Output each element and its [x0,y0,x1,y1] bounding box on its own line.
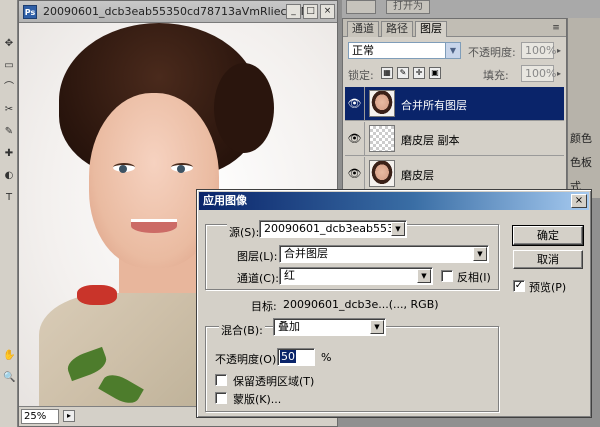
panel-dock-top: 打开为 [342,0,600,18]
mask-label: 蒙版(K)... [233,393,282,406]
cancel-button[interactable]: 取消 [513,250,583,269]
photoshop-icon: Ps [23,5,37,19]
invert-checkbox[interactable] [441,270,453,282]
marquee-tool-icon[interactable]: ▭ [3,60,15,72]
hand-tool-icon[interactable]: ✋ [3,350,15,362]
dock-button[interactable] [346,0,376,14]
source-select[interactable]: 20090601_dcb3eab553... ▼ [259,220,407,238]
layer-value: 合并图层 [284,247,328,260]
blending-select[interactable]: 叠加 ▼ [273,318,386,336]
channel-select[interactable]: 红 ▼ [279,267,433,285]
chevron-down-icon: ▼ [391,222,405,236]
layer-thumbnail [369,90,395,117]
chevron-down-icon: ▼ [370,320,384,334]
opacity-input[interactable]: 50 [277,348,315,366]
apply-image-dialog: 应用图像 × 源(S): 20090601_dcb3eab553... ▼ 图层… [196,189,592,418]
close-document-button[interactable]: × [320,4,335,19]
ok-button[interactable]: 确定 [512,225,584,246]
lock-label: 锁定: [348,69,374,82]
document-title-bar[interactable]: Ps 20090601_dcb3eab55350cd78713aVmRliecv… [19,1,337,23]
opacity-arrow-icon[interactable]: ▸ [554,42,564,59]
chevron-down-icon: ▼ [417,269,431,283]
panel-tab-bar: 通道 路径 图层 ≡ [343,19,566,37]
portrait-eye-left [113,163,135,173]
layer-name: 磨皮层 副本 [401,134,460,147]
zoom-tool-icon[interactable]: 🔍 [3,372,15,384]
layer-label: 图层(L): [237,250,278,263]
lock-position-icon[interactable]: ✛ [413,67,425,79]
preview-checkbox[interactable]: ✓ [513,280,525,292]
document-title: 20090601_dcb3eab55350cd78713aVmRliecvXMG [43,5,319,18]
opacity-input-value: 50 [280,350,296,363]
source-value: 20090601_dcb3eab553... [264,222,405,235]
portrait-mouth [131,219,177,233]
invert-label: 反相(I) [457,271,491,284]
lock-all-icon[interactable]: ▣ [429,67,441,79]
peek-color-tab[interactable]: 颜色 [570,130,592,146]
source-label: 源(S): [227,224,262,240]
visibility-eye-icon[interactable]: 👁 [345,87,365,121]
tools-panel: ✥ ▭ ⌒ ✂ ✎ ✚ ◐ T ✋ 🔍 [0,0,18,427]
dodge-tool-icon[interactable]: ◐ [3,170,15,182]
move-tool-icon[interactable]: ✥ [3,38,15,50]
layer-select[interactable]: 合并图层 ▼ [279,245,489,263]
minimize-button[interactable]: _ [286,4,301,19]
chevron-down-icon: ▼ [473,247,487,261]
layer-thumbnail [369,125,395,152]
heal-tool-icon[interactable]: ✚ [3,148,15,160]
collapsed-panels: 颜色 色板 式 [567,18,600,198]
dialog-title-bar[interactable]: 应用图像 × [199,192,589,210]
portrait-hair-bun [214,63,274,153]
crop-tool-icon[interactable]: ✂ [3,104,15,116]
chevron-down-icon: ▼ [445,43,460,58]
tab-channels[interactable]: 通道 [347,21,379,37]
layer-name: 磨皮层 [401,169,434,182]
preserve-transparency-label: 保留透明区域(T) [233,375,315,388]
opacity-unit: % [321,351,332,364]
lock-transparency-icon[interactable]: ▦ [381,67,393,79]
visibility-eye-icon[interactable]: 👁 [345,122,365,156]
dialog-title: 应用图像 [203,194,247,207]
opacity-label: 不透明度: [468,46,516,59]
portrait-collar [77,285,117,305]
opacity-field[interactable]: 100% [521,42,556,59]
fill-label: 填充: [483,69,509,82]
panel-menu-icon[interactable]: ≡ [549,22,563,34]
target-label: 目标: [251,300,277,313]
preview-label: 预览(P) [529,281,567,294]
blending-value: 叠加 [278,320,300,333]
layer-row[interactable]: 👁 合并所有图层 [345,87,564,121]
opacity-label: 不透明度(O): [215,353,280,366]
preserve-transparency-checkbox[interactable] [215,374,227,386]
maximize-button[interactable]: □ [303,4,318,19]
fill-arrow-icon[interactable]: ▸ [554,65,564,82]
layer-row[interactable]: 👁 磨皮层 副本 [345,122,564,156]
fill-field[interactable]: 100% [521,65,556,82]
status-info-icon[interactable]: ▸ [63,410,75,422]
mask-checkbox[interactable] [215,392,227,404]
blend-mode-value: 正常 [352,44,374,57]
target-value: 20090601_dcb3e...(..., RGB) [283,298,439,311]
layers-panel: 通道 路径 图层 ≡ 正常 ▼ 不透明度: 100% ▸ 锁定: ▦ ✎ ✛ ▣… [342,18,567,198]
channel-label: 通道(C): [237,272,279,285]
tab-layers[interactable]: 图层 [415,21,447,37]
close-icon[interactable]: × [571,194,587,208]
layer-name: 合并所有图层 [401,99,467,112]
portrait-eye-right [171,163,193,173]
peek-swatches-tab[interactable]: 色板 [570,154,592,170]
visibility-eye-icon[interactable]: 👁 [345,157,365,191]
zoom-level-field[interactable]: 25% [21,409,59,424]
layer-row[interactable]: 👁 磨皮层 [345,157,564,191]
lock-image-icon[interactable]: ✎ [397,67,409,79]
blending-label: 混合(B): [219,322,265,338]
tab-paths[interactable]: 路径 [381,21,413,37]
blend-mode-select[interactable]: 正常 ▼ [348,42,461,59]
lasso-tool-icon[interactable]: ⌒ [3,82,15,94]
layer-thumbnail [369,160,395,187]
brush-tool-icon[interactable]: ✎ [3,126,15,138]
open-as-button[interactable]: 打开为 [386,0,430,14]
type-tool-icon[interactable]: T [3,192,15,204]
channel-value: 红 [284,269,295,282]
